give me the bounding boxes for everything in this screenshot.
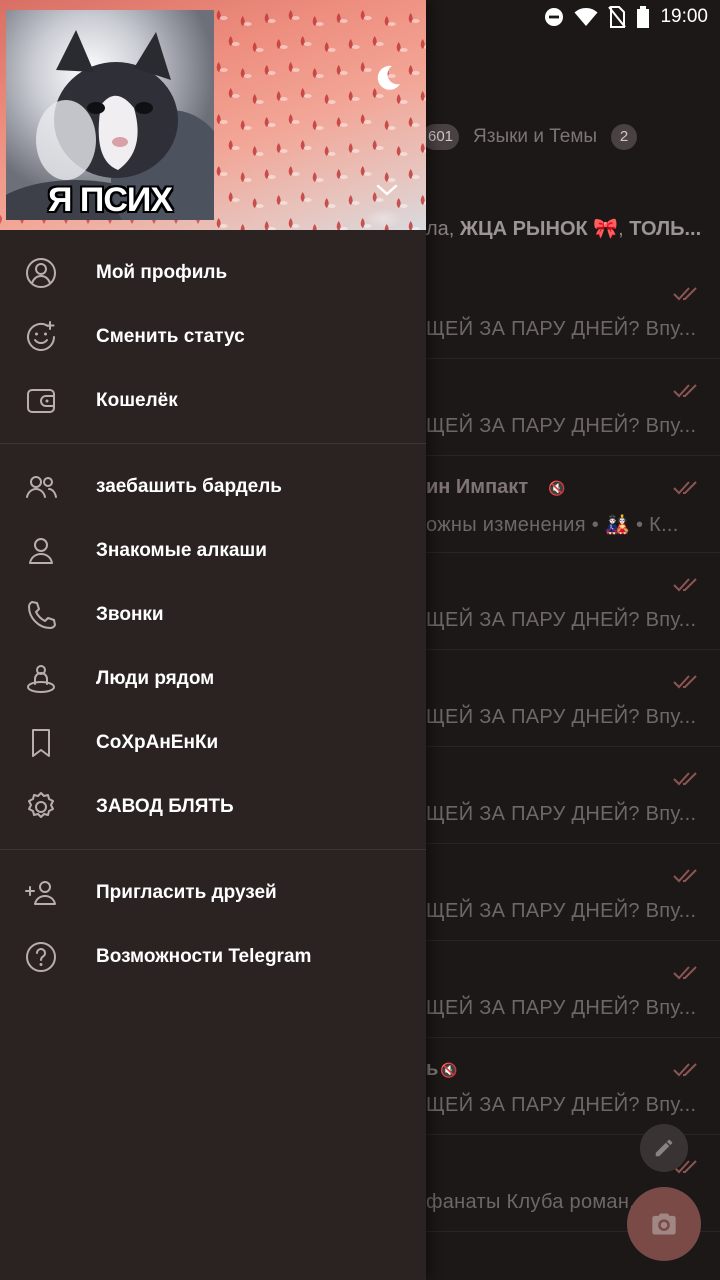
menu-item-invite[interactable]: Пригласить друзей (0, 861, 426, 925)
chat-preview: ЩЕЙ ЗА ПАРУ ДНЕЙ? Впу... (426, 609, 697, 631)
chat-title: ь (426, 1058, 439, 1080)
camera-icon (652, 1213, 676, 1235)
menu-divider (0, 443, 426, 444)
chat-row[interactable]: 1ЩЕЙ ЗА ПАРУ ДНЕЙ? Впу... (426, 941, 720, 1038)
people-nearby-icon (24, 663, 58, 695)
menu-item-label: Звонки (96, 604, 164, 625)
status-emoji-icon (24, 321, 58, 353)
menu-item-label: СоХрАнЕнКи (96, 732, 219, 753)
new-message-button[interactable] (640, 1124, 688, 1172)
no-sim-icon (608, 6, 627, 28)
chat-preview: ЩЕЙ ЗА ПАРУ ДНЕЙ? Впу... (426, 415, 697, 437)
muted-icon: 🔇 (440, 1062, 458, 1078)
group-icon (24, 471, 58, 503)
pinned-chat-preview: ла, ЖЦА РЫНОК 🎀, ТОЛЬ... (426, 216, 720, 246)
chat-row[interactable]: 1ЩЕЙ ЗА ПАРУ ДНЕЙ? Впу... (426, 844, 720, 941)
do-not-disturb-icon (545, 8, 564, 26)
pinned-preview-prefix: ла, (426, 218, 460, 240)
pinned-preview-separator: 🎀, (587, 218, 630, 240)
status-time: 19:00 (660, 6, 708, 27)
read-checks-icon (673, 287, 697, 301)
menu-item-label: заебашить бардель (96, 476, 282, 497)
bookmark-icon (24, 727, 58, 759)
battery-icon (637, 6, 650, 28)
chat-row[interactable]: 1ЩЕЙ ЗА ПАРУ ДНЕЙ? Впу... (426, 262, 720, 359)
chat-preview: ЩЕЙ ЗА ПАРУ ДНЕЙ? Впу... (426, 803, 697, 825)
tab-label[interactable]: Языки и Темы (473, 126, 597, 148)
read-checks-icon (673, 384, 697, 398)
read-checks-icon (673, 772, 697, 786)
avatar[interactable]: Я ПСИХ (6, 10, 214, 220)
camera-button[interactable] (627, 1187, 701, 1261)
read-checks-icon (673, 966, 697, 980)
menu-item-label: Сменить статус (96, 326, 245, 347)
chat-title: ин Импакт (426, 476, 529, 498)
menu-item-gear[interactable]: ЗАВОД БЛЯТЬ (0, 775, 426, 839)
wallet-icon (24, 385, 58, 417)
menu-item-phone[interactable]: Звонки (0, 583, 426, 647)
tab-unread-count: 601 (422, 124, 460, 150)
menu-item-profile[interactable]: Мой профиль (0, 241, 426, 305)
menu-item-help[interactable]: Возможности Telegram (0, 925, 426, 989)
menu-item-bookmark[interactable]: СоХрАнЕнКи (0, 711, 426, 775)
read-checks-icon (673, 578, 697, 592)
pinned-preview-name: ЖЦА РЫНОК (459, 218, 588, 240)
menu-item-wallet[interactable]: Кошелёк (0, 369, 426, 433)
gear-icon (24, 791, 58, 823)
tab-unread-count: 2 (611, 124, 638, 150)
navigation-drawer: Я ПСИХ Мой профиль Сменить статус Кошелёк з… (0, 0, 426, 1280)
wifi-icon (574, 8, 598, 26)
chat-preview: ЩЕЙ ЗА ПАРУ ДНЕЙ? Впу... (426, 706, 697, 728)
menu-item-label: Возможности Telegram (96, 946, 312, 967)
menu-item-label: ЗАВОД БЛЯТЬ (96, 796, 234, 817)
drawer-header: Я ПСИХ (0, 0, 426, 230)
menu-item-people-nearby[interactable]: Люди рядом (0, 647, 426, 711)
chat-row[interactable]: 1ЩЕЙ ЗА ПАРУ ДНЕЙ? Впу... (426, 553, 720, 650)
chat-row[interactable]: ь1ЩЕЙ ЗА ПАРУ ДНЕЙ? Впу...🔇 (426, 1038, 720, 1135)
invite-icon (24, 877, 58, 909)
status-bar: 19:00 (0, 0, 720, 34)
menu-item-group[interactable]: заебашить бардель (0, 455, 426, 519)
chat-row[interactable]: 1ЩЕЙ ЗА ПАРУ ДНЕЙ? Впу... (426, 650, 720, 747)
chat-preview: ЩЕЙ ЗА ПАРУ ДНЕЙ? Впу... (426, 318, 697, 340)
avatar-caption: Я ПСИХ (48, 181, 173, 219)
chat-preview: ЩЕЙ ЗА ПАРУ ДНЕЙ? Впу... (426, 1094, 697, 1116)
read-checks-icon (673, 481, 697, 495)
profile-icon (24, 257, 58, 289)
read-checks-icon (673, 869, 697, 883)
chat-preview: фанаты Клуба роман... (426, 1191, 647, 1213)
pencil-icon (655, 1139, 673, 1157)
menu-item-status-emoji[interactable]: Сменить статус (0, 305, 426, 369)
moon-icon[interactable] (372, 62, 404, 94)
menu-divider (0, 849, 426, 850)
folder-tabs: 601 Языки и Темы 2 (422, 112, 720, 162)
menu-item-label: Мой профиль (96, 262, 228, 283)
drawer-menu: Мой профиль Сменить статус Кошелёк заебашит… (0, 230, 426, 989)
help-icon (24, 941, 58, 973)
menu-item-label: Люди рядом (96, 668, 215, 689)
menu-item-label: Кошелёк (96, 390, 178, 411)
chat-preview: ЩЕЙ ЗА ПАРУ ДНЕЙ? Впу... (426, 997, 697, 1019)
chat-row[interactable]: 1ЩЕЙ ЗА ПАРУ ДНЕЙ? Впу... (426, 359, 720, 456)
phone-icon (24, 599, 58, 631)
menu-item-label: Пригласить друзей (96, 882, 277, 903)
chat-preview: ожны изменения • 🎎 • К... (426, 514, 679, 536)
read-checks-icon (673, 675, 697, 689)
menu-item-label: Знакомые алкаши (96, 540, 267, 561)
chat-row[interactable]: ин Импакт1ожны изменения • 🎎 • К...🔇 (426, 456, 720, 553)
chevron-down-icon[interactable] (374, 180, 400, 200)
contacts-icon (24, 535, 58, 567)
muted-icon: 🔇 (548, 480, 566, 496)
chat-row[interactable]: 1ЩЕЙ ЗА ПАРУ ДНЕЙ? Впу... (426, 747, 720, 844)
chat-preview: ЩЕЙ ЗА ПАРУ ДНЕЙ? Впу... (426, 900, 697, 922)
pinned-preview-name: ТОЛЬ... (629, 218, 702, 240)
menu-item-contacts[interactable]: Знакомые алкаши (0, 519, 426, 583)
read-checks-icon (673, 1063, 697, 1077)
